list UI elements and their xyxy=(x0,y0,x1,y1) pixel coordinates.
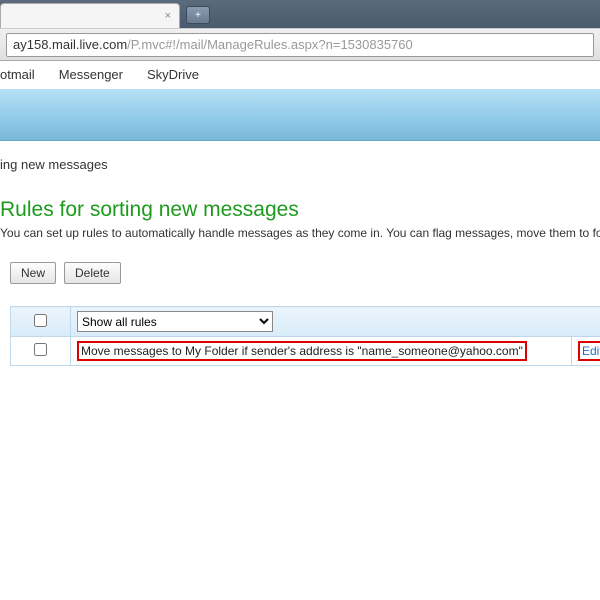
browser-tab-bar: × + xyxy=(0,0,600,28)
nav-hotmail[interactable]: otmail xyxy=(0,67,35,89)
filter-select[interactable]: Show all rules xyxy=(77,311,273,332)
page-title: Rules for sorting new messages xyxy=(0,198,600,222)
url-host: ay158.mail.live.com xyxy=(13,37,127,52)
top-nav: otmail Messenger SkyDrive xyxy=(0,61,600,89)
row-checkbox-cell xyxy=(11,337,71,366)
new-tab-button[interactable]: + xyxy=(186,6,210,24)
close-icon[interactable]: × xyxy=(165,10,171,22)
rules-header-row: Show all rules xyxy=(11,307,600,337)
url-input[interactable]: ay158.mail.live.com/P.mvc#!/mail/ManageR… xyxy=(6,33,594,57)
select-all-cell xyxy=(11,307,71,337)
filter-cell: Show all rules xyxy=(71,307,600,337)
edit-cell: Edit xyxy=(572,337,600,366)
new-button[interactable]: New xyxy=(10,262,56,284)
edit-highlight: Edit xyxy=(578,341,600,361)
edit-link[interactable]: Edit xyxy=(582,344,600,358)
select-all-checkbox[interactable] xyxy=(34,314,47,327)
header-banner xyxy=(0,89,600,141)
toolbar: New Delete xyxy=(10,262,600,284)
rule-description-highlight: Move messages to My Folder if sender's a… xyxy=(77,341,527,361)
url-bar: ay158.mail.live.com/P.mvc#!/mail/ManageR… xyxy=(0,28,600,61)
breadcrumb: ing new messages xyxy=(0,141,600,180)
page-description: You can set up rules to automatically ha… xyxy=(0,226,600,240)
rule-description-cell: Move messages to My Folder if sender's a… xyxy=(71,337,572,366)
browser-tab-active[interactable]: × xyxy=(0,3,180,28)
nav-skydrive[interactable]: SkyDrive xyxy=(147,67,199,89)
row-checkbox[interactable] xyxy=(34,343,47,356)
delete-button[interactable]: Delete xyxy=(64,262,121,284)
url-path: /P.mvc#!/mail/ManageRules.aspx?n=1530835… xyxy=(127,37,413,52)
table-row: Move messages to My Folder if sender's a… xyxy=(11,337,600,366)
nav-messenger[interactable]: Messenger xyxy=(59,67,123,89)
rules-table: Show all rules Move messages to My Folde… xyxy=(10,306,600,366)
